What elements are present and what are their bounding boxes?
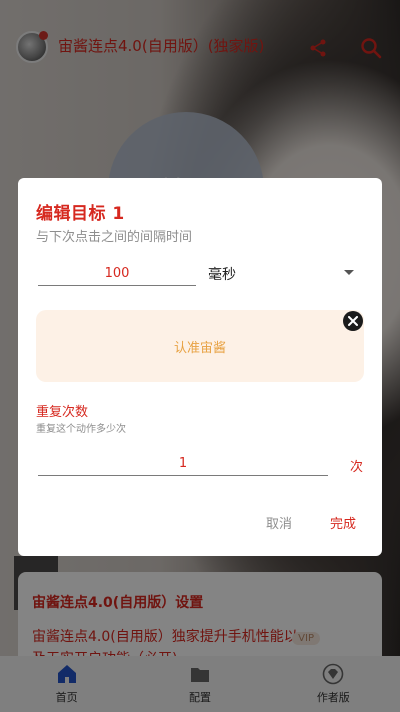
close-icon	[348, 316, 358, 326]
target-box[interactable]: 认准宙酱	[36, 310, 364, 382]
target-label: 认准宙酱	[173, 340, 226, 356]
repeat-count-input[interactable]	[38, 452, 328, 476]
repeat-title: 重复次数	[36, 405, 89, 420]
repeat-description: 重复这个动作多少次	[36, 424, 126, 435]
interval-input[interactable]	[38, 262, 196, 286]
interval-unit-value: 毫秒	[208, 267, 236, 283]
close-button[interactable]	[343, 311, 363, 331]
dialog-title: 编辑目标 1	[36, 204, 125, 224]
cancel-button[interactable]: 取消	[266, 513, 292, 532]
repeat-unit-label: 次	[350, 460, 364, 475]
done-button[interactable]: 完成	[330, 513, 356, 532]
dropdown-arrow-icon	[344, 270, 354, 275]
interval-unit-select[interactable]: 毫秒	[206, 262, 356, 286]
edit-target-dialog: 编辑目标 1 与下次点击之间的间隔时间 毫秒 认准宙酱 重复次数 重复这个动作多…	[18, 178, 382, 556]
dialog-subtitle: 与下次点击之间的间隔时间	[36, 230, 193, 245]
